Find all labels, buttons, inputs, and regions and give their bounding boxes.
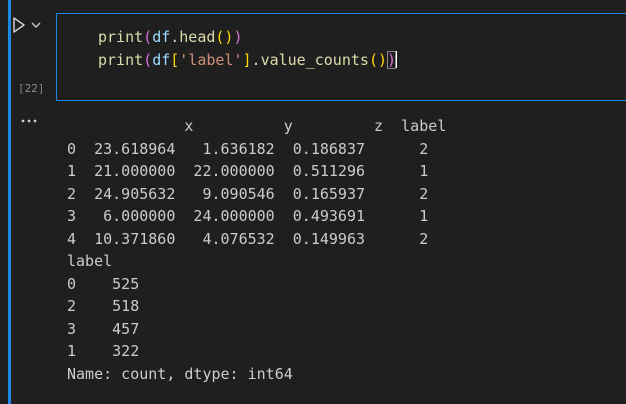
output-line: 4 10.371860 4.076532 0.149963 2 xyxy=(67,229,429,248)
code-token: df xyxy=(152,51,171,69)
output-line: 3 6.000000 24.000000 0.493691 1 xyxy=(67,207,429,225)
code-token: print xyxy=(98,28,144,46)
notebook-page: [22] print(df.head()) print(df['label'].… xyxy=(0,0,626,404)
output-line: x y z label xyxy=(67,117,447,135)
output-line: Name: count, dtype: int64 xyxy=(67,364,293,383)
code-token: 'label' xyxy=(179,51,243,69)
cell-focus-bar xyxy=(8,0,11,404)
code-line[interactable]: print(df['label'].value_counts()) xyxy=(98,49,398,71)
code-token: value_counts xyxy=(260,51,369,69)
code-token: df xyxy=(152,28,171,46)
code-token: ( xyxy=(143,28,153,46)
output-line: 2 518 xyxy=(67,297,140,315)
code-token: [ xyxy=(170,51,180,69)
text-cursor xyxy=(396,51,398,68)
output-line: 2 24.905632 9.090546 0.165937 2 xyxy=(67,184,429,203)
code-line[interactable]: print(df.head()) xyxy=(98,26,243,48)
code-editor[interactable]: print(df.head()) print(df['label'].value… xyxy=(56,13,626,101)
code-token: ] xyxy=(242,51,252,69)
code-token: ( xyxy=(143,51,153,69)
code-token: () xyxy=(215,28,234,46)
code-token: . xyxy=(170,28,180,46)
output-line: 3 457 xyxy=(67,319,140,338)
more-horizontal-icon[interactable] xyxy=(20,116,40,128)
output-line: 1 21.000000 22.000000 0.511296 1 xyxy=(67,162,429,180)
chevron-down-icon[interactable] xyxy=(30,19,42,31)
cell-run-controls xyxy=(12,10,56,40)
code-token: . xyxy=(251,51,261,69)
code-token: () xyxy=(368,51,387,69)
output-line: 0 525 xyxy=(67,274,140,293)
output-line: 1 322 xyxy=(67,342,140,360)
output-line: label xyxy=(67,252,113,270)
code-token: ) xyxy=(387,51,397,69)
output-line: 0 23.618964 1.636182 0.186837 2 xyxy=(67,139,429,158)
cell-output: x y z label 0 23.618964 1.636182 0.186837… xyxy=(67,115,446,385)
run-cell-icon[interactable] xyxy=(12,16,26,34)
code-token: ) xyxy=(233,28,243,46)
execution-count: [22] xyxy=(18,82,45,95)
code-token: head xyxy=(179,28,216,46)
code-token: print xyxy=(98,51,144,69)
